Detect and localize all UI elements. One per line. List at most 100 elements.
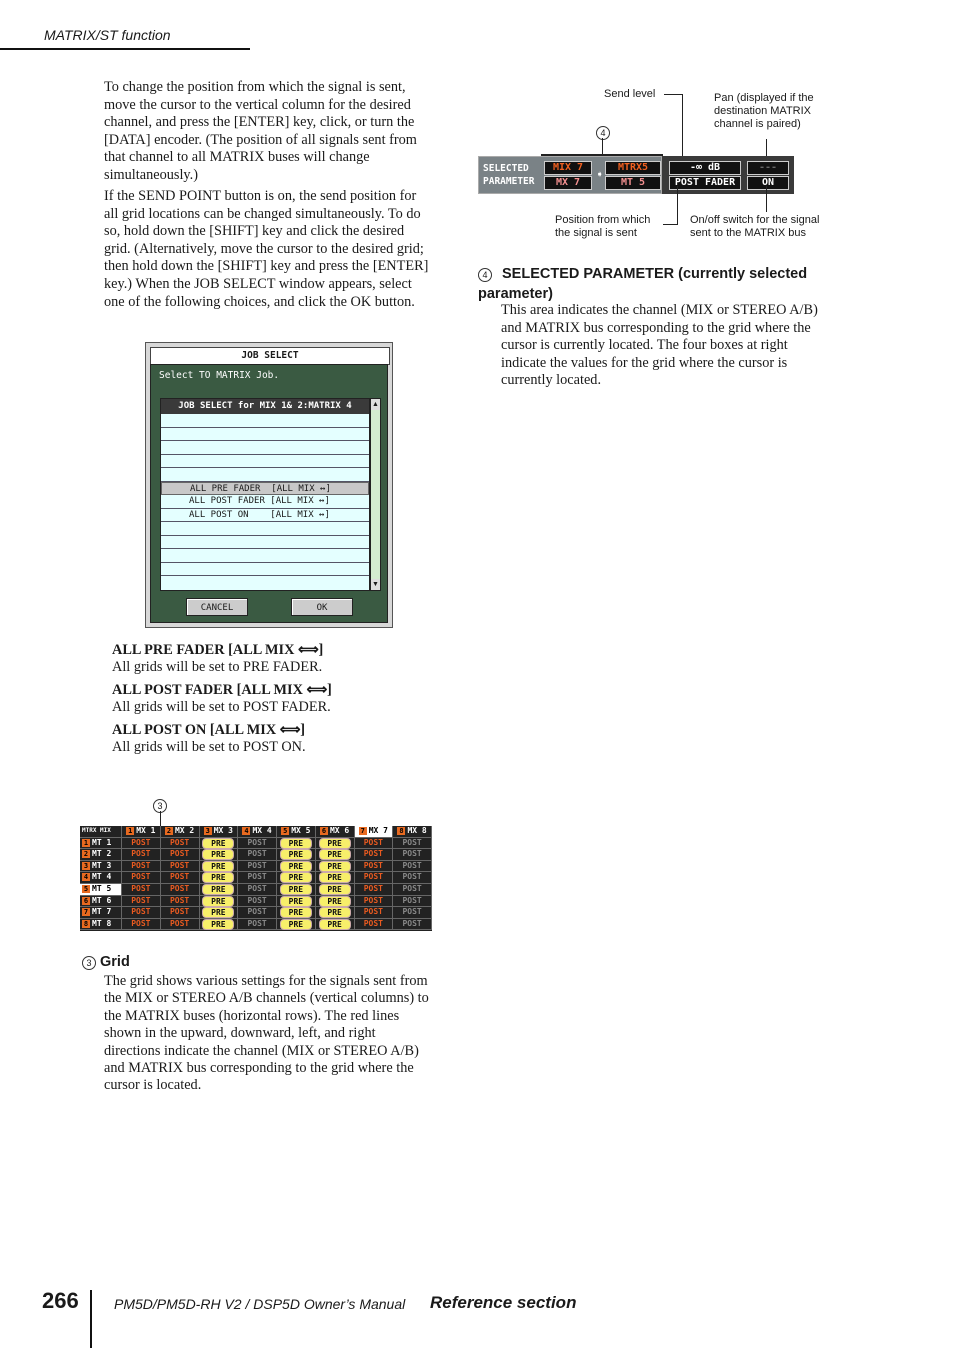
grid-cell[interactable]: POST <box>238 872 277 883</box>
grid-cell[interactable]: POST <box>161 895 200 907</box>
grid-cell[interactable]: PRE <box>200 907 239 919</box>
job-list-item[interactable] <box>161 455 369 468</box>
grid-cell[interactable]: POST <box>355 918 394 930</box>
grid-cell[interactable]: PRE <box>316 907 355 919</box>
grid-row-header[interactable]: 6 MT 6 <box>80 895 122 907</box>
grid-cell[interactable]: POST <box>355 895 394 907</box>
grid-cell[interactable]: POST <box>161 860 200 872</box>
grid-cell[interactable]: POST <box>393 872 432 883</box>
pan-box[interactable]: --- <box>747 161 789 175</box>
grid-cell[interactable]: PRE <box>277 895 316 907</box>
grid-cell[interactable]: POST <box>393 907 432 918</box>
job-list-item[interactable]: ALL POST FADER [ALL MIX ↔] <box>161 495 369 509</box>
grid-cell[interactable]: POST <box>393 860 432 872</box>
grid-cell[interactable]: PRE <box>200 895 239 907</box>
send-level-box[interactable]: -∞ dB <box>669 161 741 175</box>
grid-cell[interactable]: PRE <box>277 849 316 861</box>
grid-cell[interactable]: POST <box>238 837 277 849</box>
grid-column-header[interactable]: 6 MX 6 <box>316 826 355 837</box>
scrollbar[interactable]: ▲ ▼ <box>370 398 381 591</box>
grid-cell[interactable]: POST <box>122 918 161 930</box>
grid-row-header[interactable]: 2 MT 2 <box>80 849 122 860</box>
job-list-item[interactable]: ALL PRE FADER [ALL MIX ↔] <box>161 481 369 495</box>
grid-cell[interactable]: POST <box>393 849 432 860</box>
grid-cell[interactable]: POST <box>393 918 432 930</box>
cancel-button[interactable]: CANCEL <box>186 598 248 616</box>
job-list-item[interactable] <box>161 563 369 576</box>
grid-cell[interactable]: POST <box>122 837 161 849</box>
grid-cell[interactable]: POST <box>122 883 161 895</box>
grid-cell[interactable]: POST <box>393 837 432 849</box>
grid-cell[interactable]: POST <box>161 837 200 849</box>
grid-cell[interactable]: PRE <box>200 872 239 884</box>
grid-cell[interactable]: POST <box>122 907 161 918</box>
grid-cell[interactable]: POST <box>355 860 394 872</box>
grid-cell[interactable]: POST <box>122 849 161 860</box>
grid-cell[interactable]: POST <box>355 837 394 849</box>
grid-cell[interactable]: PRE <box>277 907 316 919</box>
grid-cell[interactable]: POST <box>238 918 277 930</box>
job-list-item[interactable] <box>161 441 369 455</box>
grid-cell[interactable]: POST <box>355 849 394 860</box>
grid-cell[interactable]: POST <box>122 872 161 883</box>
grid-cell[interactable]: PRE <box>316 849 355 861</box>
job-list-item[interactable] <box>161 414 369 428</box>
grid-cell[interactable]: PRE <box>200 918 239 930</box>
grid-column-header[interactable]: 5 MX 5 <box>277 826 316 837</box>
grid-cell[interactable]: PRE <box>316 895 355 907</box>
grid-column-header[interactable]: 8 MX 8 <box>393 826 432 837</box>
job-list-item[interactable]: ALL POST ON [ALL MIX ↔] <box>161 509 369 522</box>
grid-cell[interactable]: POST <box>238 860 277 872</box>
grid-column-header[interactable]: 1 MX 1 <box>122 826 161 837</box>
grid-cell[interactable]: POST <box>393 883 432 895</box>
grid-column-header[interactable]: 7 MX 7 <box>354 826 394 837</box>
grid-cell[interactable]: PRE <box>277 883 316 895</box>
grid-row-header[interactable]: 3 MT 3 <box>80 860 122 872</box>
scroll-up-arrow-icon[interactable]: ▲ <box>371 399 380 410</box>
scroll-down-arrow-icon[interactable]: ▼ <box>371 579 380 590</box>
grid-column-header[interactable]: 2 MX 2 <box>161 826 200 837</box>
on-off-box[interactable]: ON <box>747 176 789 190</box>
grid-cell[interactable]: POST <box>161 849 200 860</box>
grid-row-header[interactable]: 1 MT 1 <box>80 837 122 849</box>
grid-cell[interactable]: PRE <box>277 918 316 930</box>
grid-cell[interactable]: POST <box>161 883 200 895</box>
job-list-item[interactable] <box>161 522 369 536</box>
grid-cell[interactable]: PRE <box>316 872 355 884</box>
ok-button[interactable]: OK <box>291 598 353 616</box>
grid-cell[interactable]: POST <box>393 895 432 907</box>
grid-cell[interactable]: PRE <box>316 883 355 895</box>
grid-cell[interactable]: PRE <box>277 860 316 872</box>
grid-cell[interactable]: POST <box>161 907 200 918</box>
grid-cell[interactable]: POST <box>238 849 277 860</box>
job-list[interactable]: JOB SELECT for MIX 1& 2:MATRIX 4 ALL PRE… <box>160 398 370 591</box>
grid-cell[interactable]: POST <box>161 872 200 883</box>
grid-cell[interactable]: PRE <box>200 883 239 895</box>
grid-cell[interactable]: PRE <box>316 837 355 849</box>
grid-cell[interactable]: POST <box>238 883 277 895</box>
grid-cell[interactable]: POST <box>122 860 161 872</box>
job-list-item[interactable] <box>161 549 369 563</box>
grid-row-header[interactable]: 4 MT 4 <box>80 872 122 883</box>
grid-cell[interactable]: PRE <box>200 849 239 861</box>
grid-row-header[interactable]: 7 MT 7 <box>80 907 122 918</box>
grid-cell[interactable]: PRE <box>316 918 355 930</box>
grid-cell[interactable]: PRE <box>316 860 355 872</box>
grid-cell[interactable]: POST <box>161 918 200 930</box>
grid-cell[interactable]: PRE <box>277 872 316 884</box>
grid-cell[interactable]: POST <box>355 883 394 895</box>
job-list-item[interactable] <box>161 536 369 549</box>
job-list-item[interactable] <box>161 428 369 441</box>
grid-cell[interactable]: POST <box>238 907 277 918</box>
grid-row-header[interactable]: 8 MT 8 <box>80 918 122 930</box>
matrix-grid[interactable]: MTRX MIX 1 MX 1 2 MX 2 3 MX 3 4 MX 4 5 MX 5 6 MX 67M… <box>80 826 432 931</box>
grid-cell[interactable]: PRE <box>200 860 239 872</box>
grid-cell[interactable]: POST <box>122 895 161 907</box>
grid-column-header[interactable]: 4 MX 4 <box>238 826 277 837</box>
grid-cell[interactable]: POST <box>355 907 394 918</box>
grid-row-header[interactable]: 5 MT 5 <box>80 883 122 895</box>
position-box[interactable]: POST FADER <box>669 176 741 190</box>
grid-cell[interactable]: POST <box>238 895 277 907</box>
grid-cell[interactable]: PRE <box>277 837 316 849</box>
grid-column-header[interactable]: 3 MX 3 <box>200 826 239 837</box>
